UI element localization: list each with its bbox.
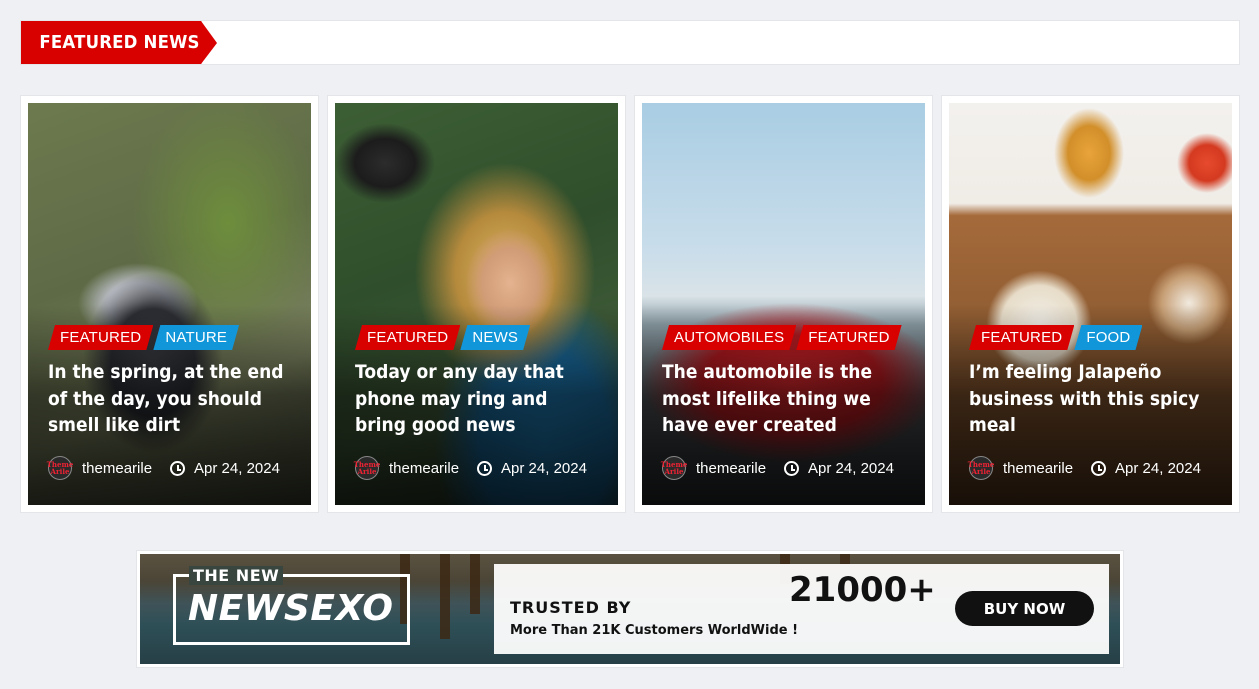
avatar[interactable]: Theme Arile [354,456,380,480]
card-categories: FEATURED FOOD [969,325,1142,350]
card-title[interactable]: I’m feeling Jalapeño business with this … [969,359,1217,439]
category-tag[interactable]: FEATURED [48,325,153,350]
ad-banner[interactable]: THE NEW NEWSEXO TRUSTED BY More Than 21K… [136,550,1124,668]
post-date[interactable]: Apr 24, 2024 [501,460,587,477]
card-meta: Theme Arile themearile Apr 24, 2024 [968,456,1201,480]
clock-icon [784,460,800,476]
promo-panel: TRUSTED BY More Than 21K Customers World… [494,564,1109,654]
category-tag[interactable]: NATURE [153,325,239,350]
category-tag[interactable]: FOOD [1074,325,1142,350]
card-categories: FEATURED NEWS [355,325,530,350]
card-title[interactable]: Today or any day that phone may ring and… [355,359,603,439]
author-link[interactable]: themearile [82,460,152,477]
author-link[interactable]: themearile [389,460,459,477]
news-card[interactable]: FEATURED NEWS Today or any day that phon… [327,95,626,513]
card-title[interactable]: The automobile is the most lifelike thin… [662,359,910,439]
avatar[interactable]: Theme Arile [661,456,687,480]
category-tag[interactable]: AUTOMOBILES [662,325,796,350]
section-title: FEATURED NEWS [21,21,202,64]
avatar[interactable]: Theme Arile [968,456,994,480]
post-date[interactable]: Apr 24, 2024 [808,460,894,477]
category-tag[interactable]: NEWS [460,325,530,350]
card-categories: FEATURED NATURE [48,325,239,350]
clock-icon [477,460,493,476]
card-meta: Theme Arile themearile Apr 24, 2024 [661,456,894,480]
buy-now-button[interactable]: BUY NOW [955,591,1094,626]
author-link[interactable]: themearile [1003,460,1073,477]
section-header: FEATURED NEWS [20,20,1240,65]
card-title[interactable]: In the spring, at the end of the day, yo… [48,359,296,439]
news-card[interactable]: FEATURED FOOD I’m feeling Jalapeño busin… [941,95,1240,513]
customer-count: 21000+ [789,570,936,610]
card-meta: Theme Arile themearile Apr 24, 2024 [354,456,587,480]
post-date[interactable]: Apr 24, 2024 [1115,460,1201,477]
featured-cards: FEATURED NATURE In the spring, at the en… [20,95,1240,513]
logo-title: NEWSEXO [188,588,394,629]
author-link[interactable]: themearile [696,460,766,477]
clock-icon [1091,460,1107,476]
category-tag[interactable]: FEATURED [355,325,460,350]
post-date[interactable]: Apr 24, 2024 [194,460,280,477]
logo-subtitle: THE NEW [189,566,284,585]
category-tag[interactable]: FEATURED [969,325,1074,350]
category-tag[interactable]: FEATURED [796,325,901,350]
card-meta: Theme Arile themearile Apr 24, 2024 [47,456,280,480]
avatar[interactable]: Theme Arile [47,456,73,480]
card-categories: AUTOMOBILES FEATURED [662,325,902,350]
section-tag-arrow [201,21,217,64]
trusted-by-label: TRUSTED BY [510,598,632,617]
trusted-by-subtext: More Than 21K Customers WorldWide ! [510,623,799,638]
newsexo-logo: THE NEW NEWSEXO [173,566,410,645]
clock-icon [170,460,186,476]
news-card[interactable]: FEATURED NATURE In the spring, at the en… [20,95,319,513]
news-card[interactable]: AUTOMOBILES FEATURED The automobile is t… [634,95,933,513]
